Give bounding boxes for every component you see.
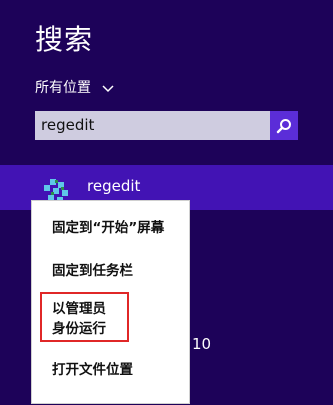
- annotation-highlight-box: [40, 292, 129, 342]
- menu-item-pin-to-taskbar[interactable]: 固定到任务栏: [52, 261, 133, 281]
- background-result-text: 10: [192, 335, 212, 353]
- search-scope-label: 所有位置: [35, 80, 91, 96]
- search-scope-dropdown[interactable]: 所有位置: [35, 78, 115, 98]
- magnifier-icon: [276, 118, 291, 133]
- search-input[interactable]: [35, 111, 270, 140]
- chevron-down-icon: [101, 81, 115, 95]
- context-menu: 固定到“开始”屏幕 固定到任务栏 以管理员 身份运行 打开文件位置: [31, 200, 190, 404]
- search-title: 搜索: [35, 23, 94, 56]
- search-box: [35, 111, 298, 140]
- menu-item-pin-to-start[interactable]: 固定到“开始”屏幕: [52, 218, 164, 238]
- menu-item-open-file-location[interactable]: 打开文件位置: [52, 360, 133, 380]
- search-result-label: regedit: [87, 177, 141, 195]
- search-charm: 搜索 所有位置 regedit regedit 10 固定到“开始”屏幕 固定到…: [0, 0, 333, 405]
- search-button[interactable]: [270, 111, 298, 140]
